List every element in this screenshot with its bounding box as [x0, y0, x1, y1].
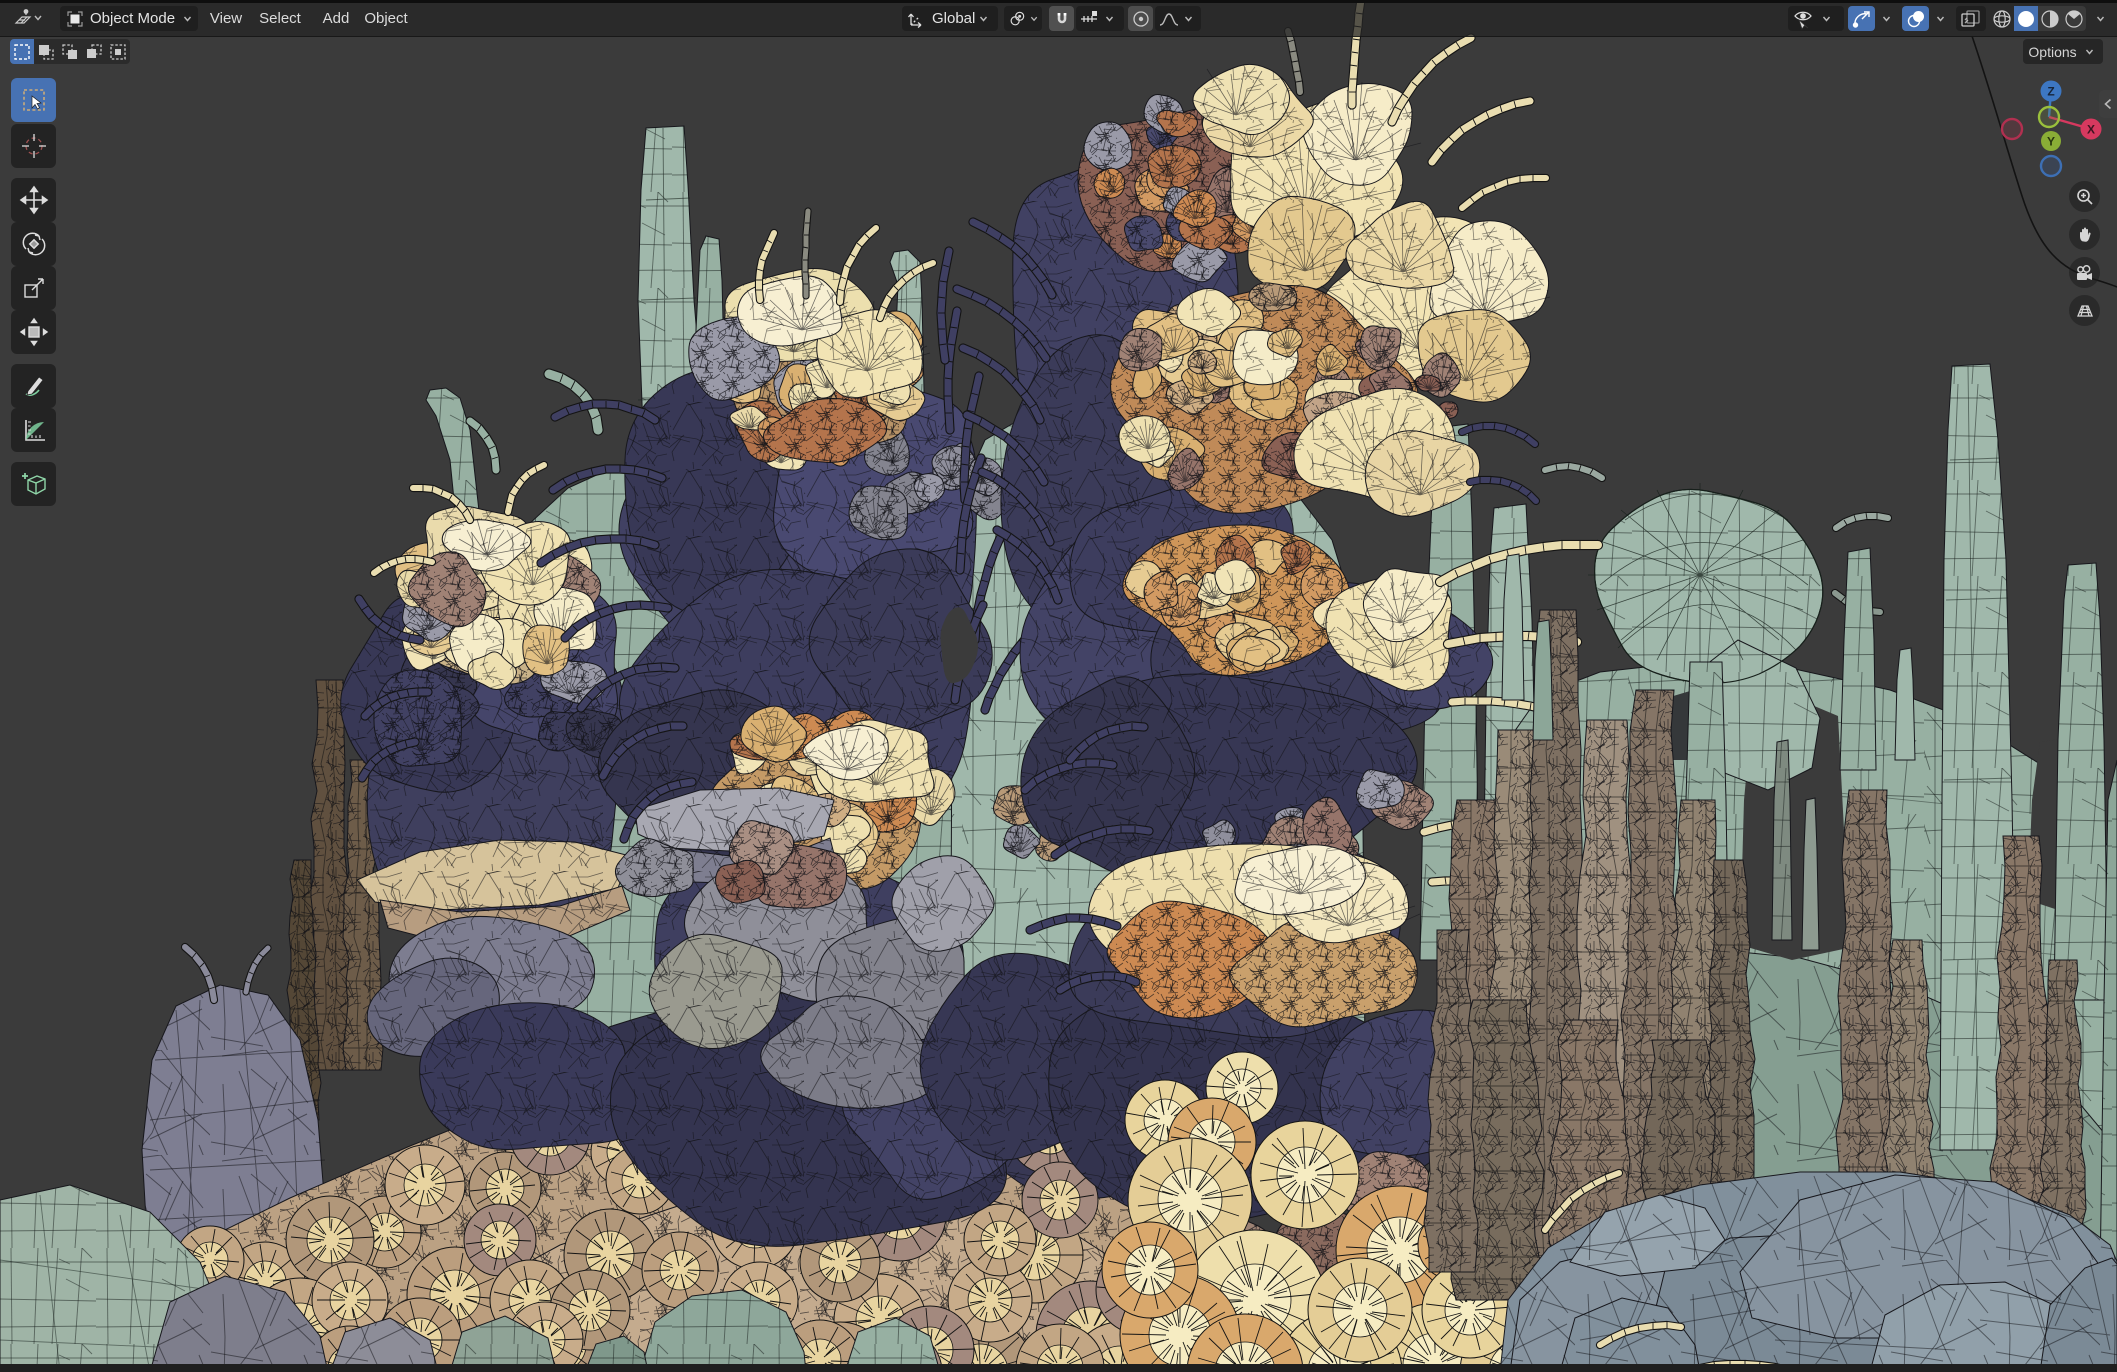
svg-text:Y: Y: [2047, 135, 2055, 149]
svg-text:X: X: [2087, 123, 2095, 137]
svg-text:Z: Z: [2047, 85, 2054, 99]
